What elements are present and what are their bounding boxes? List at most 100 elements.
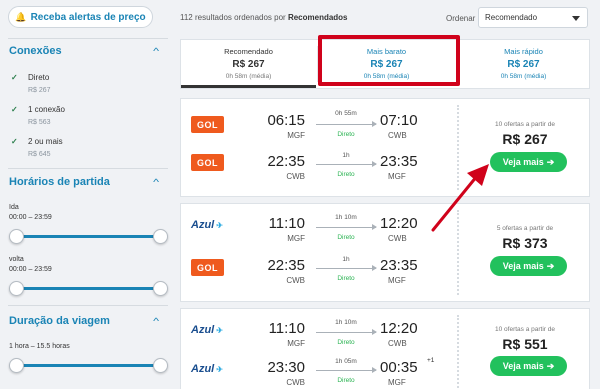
tab-price: R$ 267 xyxy=(232,59,265,70)
caret-down-icon xyxy=(572,16,580,21)
checkbox-direto[interactable]: ✓ xyxy=(11,73,18,82)
tab-duration: 0h 58m (média) xyxy=(225,73,272,80)
volta-range: 00:00 – 23:59 xyxy=(9,266,52,273)
tab-price: R$ 267 xyxy=(507,59,540,70)
flight-leg-outbound[interactable]: Azul ✈ 11:10 MGF 1h 10m Direto 12:20 CWB xyxy=(181,208,457,252)
arrival-airport: MGF xyxy=(388,378,406,387)
ida-slider-max-handle[interactable] xyxy=(153,229,168,244)
ida-label: Ida xyxy=(9,204,19,211)
divider xyxy=(457,315,459,389)
arrival-airport: CWB xyxy=(388,131,407,140)
stops-label: Direto xyxy=(337,339,355,346)
ida-slider-track[interactable] xyxy=(16,235,161,238)
flight-duration: 1h xyxy=(342,152,350,159)
see-more-label: Veja mais xyxy=(502,157,544,167)
flight-leg-return[interactable]: Azul ✈ 23:30 CWB 1h 05m Direto 00:35 +1 M… xyxy=(181,354,457,389)
volta-slider-min-handle[interactable] xyxy=(9,281,24,296)
departure-time: 06:15 xyxy=(267,112,305,129)
divider xyxy=(8,38,168,39)
tab-duration: 0h 58m (média) xyxy=(500,73,547,80)
annotation-highlight-box xyxy=(318,35,460,86)
departure-airport: CWB xyxy=(286,276,305,285)
stops-label: Direto xyxy=(337,275,355,282)
divider xyxy=(8,305,168,306)
flight-leg-outbound[interactable]: GOL 06:15 MGF 0h 55m Direto 07:10 CWB xyxy=(181,103,457,147)
duration-slider-max-handle[interactable] xyxy=(153,358,168,373)
chevron-up-icon[interactable]: ^ xyxy=(153,46,159,56)
arrival-time: 23:35 xyxy=(380,153,418,170)
chevron-up-icon[interactable]: ^ xyxy=(153,177,159,187)
ida-range: 00:00 – 23:59 xyxy=(9,214,52,221)
arrival-time: 12:20 xyxy=(380,320,418,337)
arrow-right-icon xyxy=(316,121,377,127)
see-more-button[interactable]: Veja mais ➔ xyxy=(490,256,567,276)
arrow-right-icon xyxy=(316,224,377,230)
stops-label: Direto xyxy=(337,131,355,138)
duration-slider-track[interactable] xyxy=(16,364,161,367)
departure-time: 22:35 xyxy=(267,153,305,170)
see-more-button[interactable]: Veja mais ➔ xyxy=(490,356,567,376)
see-more-button[interactable]: Veja mais ➔ xyxy=(490,152,567,172)
offers-count: 10 ofertas a partir de xyxy=(495,326,555,333)
tab-mais-rapido[interactable]: Mais rápido R$ 267 0h 58m (média) xyxy=(457,40,590,88)
ida-slider-min-handle[interactable] xyxy=(9,229,24,244)
price-alerts-button[interactable]: 🔔 Receba alertas de preço xyxy=(8,6,153,28)
volta-label: volta xyxy=(9,256,24,263)
arrival-time: 07:10 xyxy=(380,112,418,129)
arrival-airport: MGF xyxy=(388,172,406,181)
annotation-arrow-icon xyxy=(431,164,489,232)
departure-airport: MGF xyxy=(287,131,305,140)
card-price: R$ 551 xyxy=(502,336,548,352)
option-2-ou-mais-price: R$ 645 xyxy=(28,151,51,158)
duration-slider-min-handle[interactable] xyxy=(9,358,24,373)
card-price: R$ 267 xyxy=(502,131,548,147)
arrow-right-icon: ➔ xyxy=(546,360,555,371)
arrow-right-icon: ➔ xyxy=(546,156,555,167)
arrow-right-icon xyxy=(316,265,377,271)
arrow-right-icon xyxy=(316,367,377,373)
filters-sidebar: 🔔 Receba alertas de preço Conexões ^ ✓ D… xyxy=(0,0,172,389)
price-alerts-label: Receba alertas de preço xyxy=(30,11,146,23)
stops-label: Direto xyxy=(337,377,355,384)
departure-airport: CWB xyxy=(286,172,305,181)
order-label: Ordenar xyxy=(446,14,476,23)
stops-label: Direto xyxy=(337,171,355,178)
connections-title[interactable]: Conexões xyxy=(9,45,62,57)
flight-leg-return[interactable]: GOL 22:35 CWB 1h Direto 23:35 MGF xyxy=(181,147,457,191)
arrival-airport: MGF xyxy=(388,276,406,285)
flight-duration: 1h 05m xyxy=(335,358,357,365)
flight-leg-outbound[interactable]: Azul ✈ 11:10 MGF 1h 10m Direto 12:20 CWB xyxy=(181,313,457,357)
arrow-right-icon xyxy=(316,329,377,335)
volta-slider-track[interactable] xyxy=(16,287,161,290)
azul-logo: Azul ✈ xyxy=(191,219,223,231)
chevron-up-icon[interactable]: ^ xyxy=(153,316,159,326)
tab-name: Mais rápido xyxy=(504,47,543,56)
flight-duration: 1h 10m xyxy=(335,214,357,221)
arrival-airport: CWB xyxy=(388,339,407,348)
flight-card: GOL 06:15 MGF 0h 55m Direto 07:10 CWB GO… xyxy=(180,98,590,197)
flight-card: Azul ✈ 11:10 MGF 1h 10m Direto 12:20 CWB … xyxy=(180,308,590,389)
option-2-ou-mais-label[interactable]: 2 ou mais xyxy=(28,137,63,146)
option-direto-label[interactable]: Direto xyxy=(28,73,49,82)
flight-leg-return[interactable]: GOL 22:35 CWB 1h Direto 23:35 MGF xyxy=(181,252,457,296)
departure-time: 22:35 xyxy=(267,257,305,274)
results-count: 112 resultados ordenados por Recomendado… xyxy=(180,13,348,22)
tab-recomendado[interactable]: Recomendado R$ 267 0h 58m (média) xyxy=(181,40,316,88)
see-more-label: Veja mais xyxy=(502,361,544,371)
arrival-time: 12:20 xyxy=(380,215,418,232)
trip-duration-title[interactable]: Duração da viagem xyxy=(9,315,110,327)
option-1-conexao-label[interactable]: 1 conexão xyxy=(28,105,65,114)
option-1-conexao-price: R$ 563 xyxy=(28,119,51,126)
checkbox-1-conexao[interactable]: ✓ xyxy=(11,105,18,114)
departure-time: 23:30 xyxy=(267,359,305,376)
checkbox-2-ou-mais[interactable]: ✓ xyxy=(11,137,18,146)
order-select[interactable]: Recomendado xyxy=(478,7,588,28)
azul-wing-icon: ✈ xyxy=(216,365,223,374)
departure-time: 11:10 xyxy=(268,215,305,232)
volta-slider-max-handle[interactable] xyxy=(153,281,168,296)
departure-airport: CWB xyxy=(286,378,305,387)
departure-times-title[interactable]: Horários de partida xyxy=(9,176,110,188)
flight-duration: 1h xyxy=(342,256,350,263)
divider xyxy=(8,168,168,169)
gol-logo: GOL xyxy=(191,116,224,133)
